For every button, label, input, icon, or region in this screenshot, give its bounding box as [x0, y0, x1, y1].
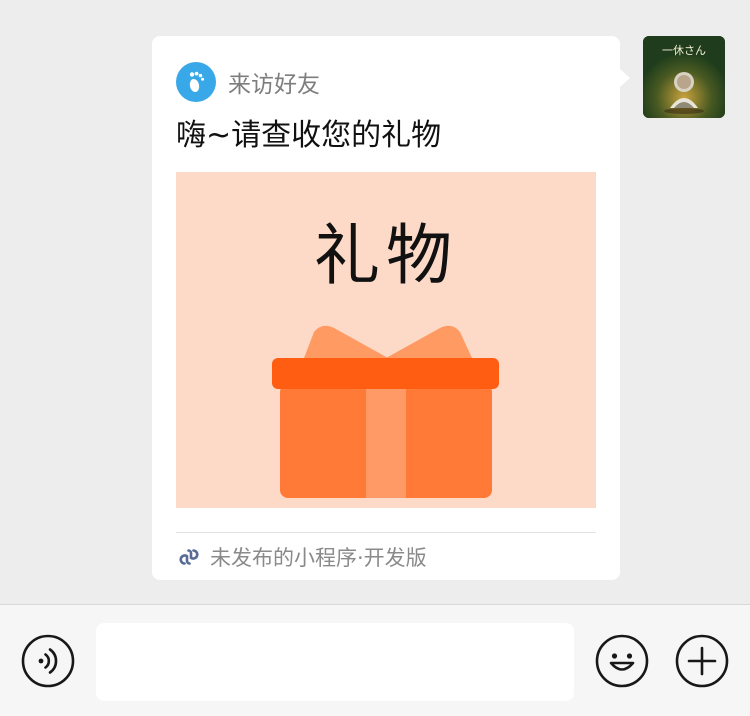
gift-box-icon [272, 325, 499, 498]
mini-program-label: 未发布的小程序·开发版 [210, 546, 427, 570]
message-input[interactable] [96, 623, 574, 701]
card-header: 来访好友 [176, 62, 320, 102]
emoji-button[interactable] [595, 634, 649, 688]
voice-button[interactable] [21, 634, 75, 688]
mini-program-link-icon [179, 549, 199, 565]
gift-image: 礼物 [176, 172, 596, 508]
app-name: 来访好友 [228, 72, 320, 98]
card-footer: 未发布的小程序·开发版 [176, 542, 427, 572]
mini-program-card[interactable]: 来访好友 嗨~请查收您的礼物 礼物 未发布的小程序·开发版 [152, 36, 620, 580]
card-divider [176, 532, 596, 533]
chat-area: 一休さん 来访好友 嗨~请查收您的礼物 礼物 未发布的小程序·开发版 [0, 0, 750, 604]
avatar[interactable]: 一休さん [643, 36, 725, 118]
footprint-icon [176, 62, 216, 102]
more-button[interactable] [675, 634, 729, 688]
avatar-caption: 一休さん [662, 44, 706, 57]
bubble-arrow [619, 68, 630, 88]
avatar-image: 一休さん [643, 36, 725, 118]
input-bar [0, 604, 750, 716]
emoji-icon [595, 634, 649, 688]
voice-icon [21, 634, 75, 688]
plus-icon [675, 634, 729, 688]
card-title: 嗨~请查收您的礼物 [176, 118, 442, 153]
